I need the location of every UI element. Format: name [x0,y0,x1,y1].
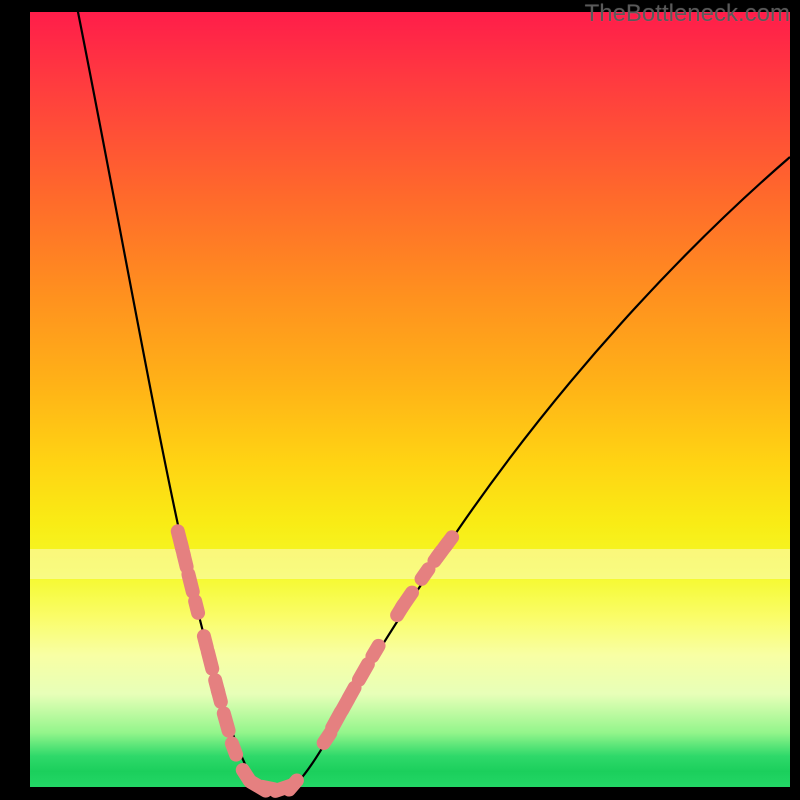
bead [282,773,304,796]
chart-stage: TheBottleneck.com [0,0,800,800]
watermark-text: TheBottleneck.com [585,0,790,28]
curve-left-group [76,2,272,788]
bead [217,706,236,737]
bead [438,530,459,554]
beads-right [268,530,459,798]
curve-left [76,2,272,788]
bead [211,683,228,709]
beads-left [171,524,281,797]
bead [201,644,219,675]
curves-layer [30,12,790,787]
bead [225,736,243,761]
plot-area [30,12,790,787]
bead [181,567,199,598]
bead [188,594,205,620]
bead [395,586,419,615]
bead [365,639,385,663]
